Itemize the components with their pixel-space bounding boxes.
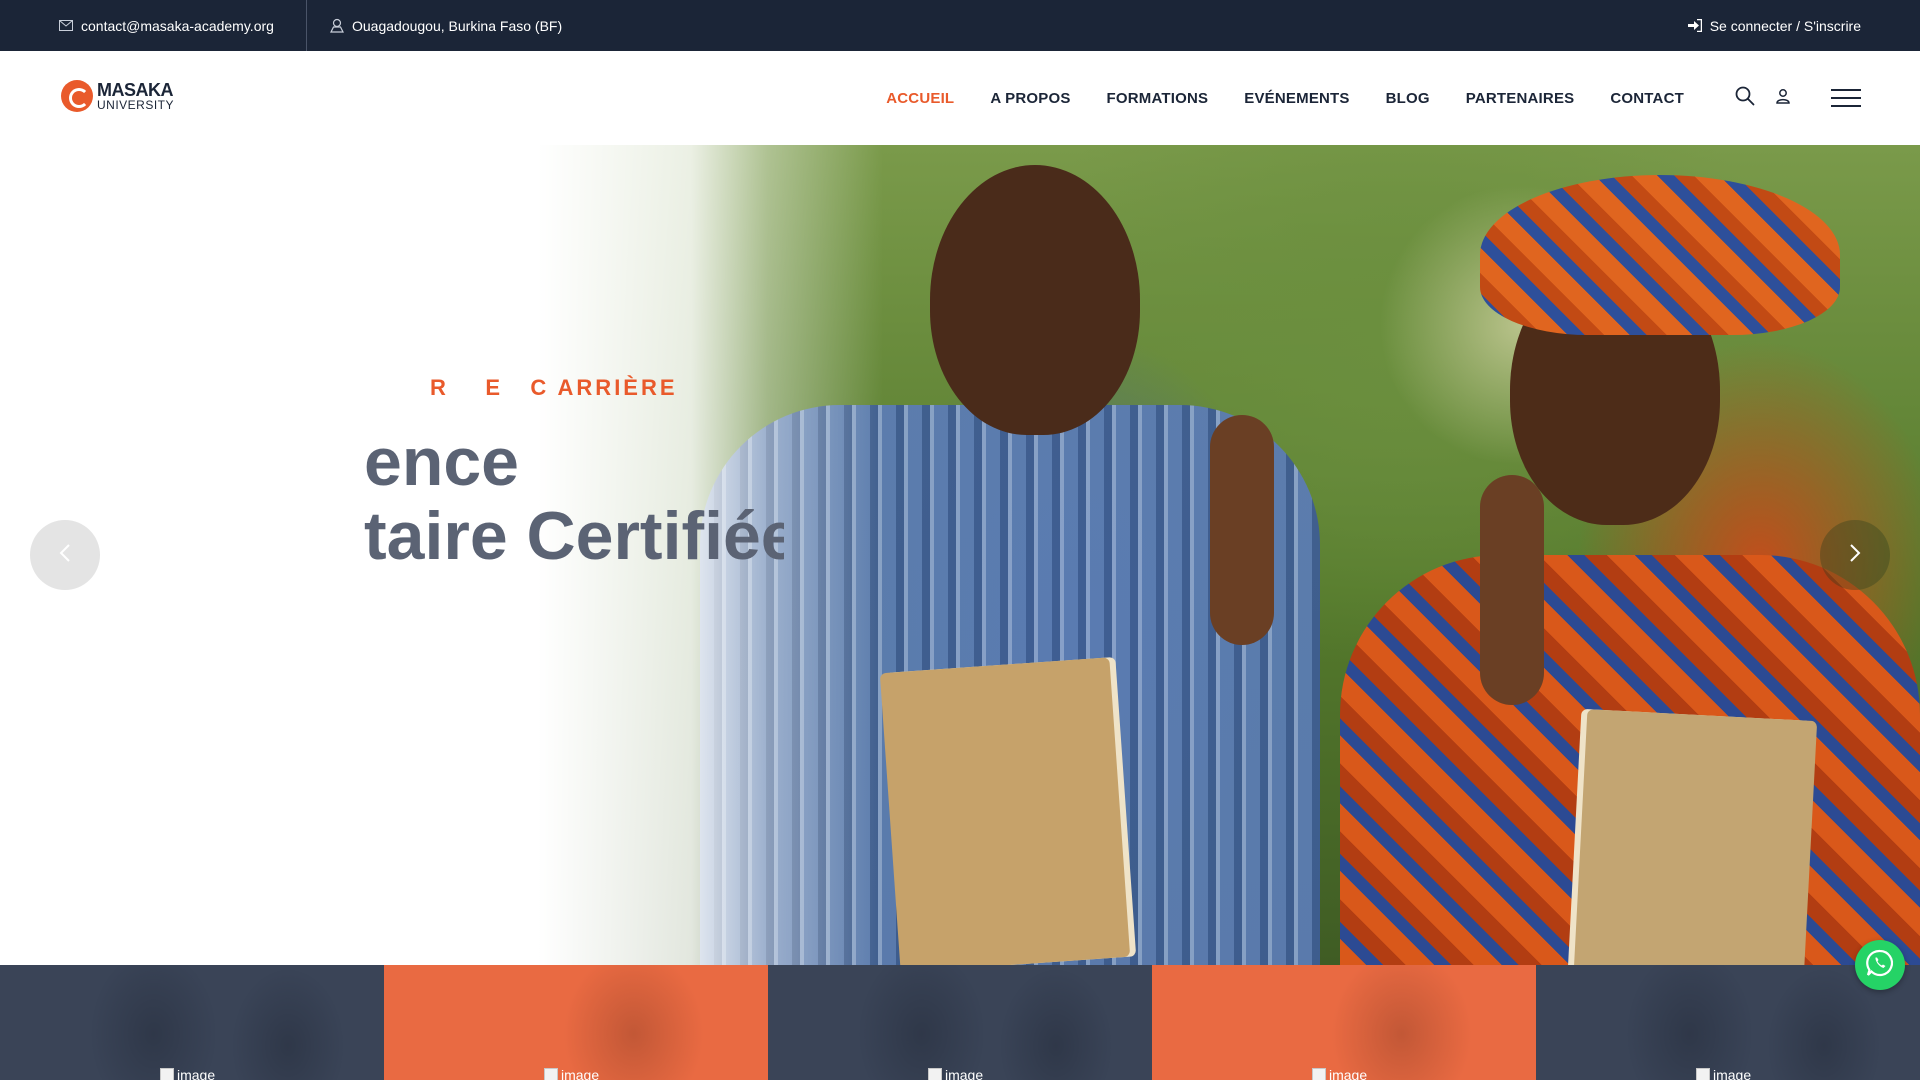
site-logo[interactable]: MASAKA UNIVERSITY [61, 80, 174, 112]
image-alt-text: image [1329, 1067, 1368, 1080]
image-alt-text: image [1713, 1067, 1752, 1080]
feature-tile-4[interactable]: image [1152, 965, 1536, 1080]
logo-text: MASAKA UNIVERSITY [97, 81, 174, 111]
nav-item-contact[interactable]: CONTACT [1610, 90, 1684, 107]
contact-email[interactable]: contact@masaka-academy.org [59, 0, 274, 51]
search-icon[interactable] [1735, 86, 1755, 111]
header-actions [1735, 51, 1861, 145]
image-alt-text: image [561, 1067, 600, 1080]
logo-line2: UNIVERSITY [97, 98, 175, 112]
hero-title-line1: ence [364, 425, 519, 500]
location-text: Ouagadougou, Burkina Faso (BF) [352, 17, 563, 34]
broken-image: image [928, 1067, 983, 1080]
hero-subtitle: R E C ARRIÈRE [430, 375, 678, 400]
feature-tile-3[interactable]: image [768, 965, 1152, 1080]
nav-item-a-propos[interactable]: A PROPOS [990, 90, 1070, 107]
user-icon[interactable] [1775, 88, 1791, 109]
hero-title-line2: taire Certifiée [364, 498, 784, 573]
sign-in-icon [1687, 19, 1702, 32]
location-info: Ouagadougou, Burkina Faso (BF) [330, 0, 562, 51]
main-nav: ACCUEIL A PROPOS FORMATIONS EVÉNEMENTS B… [886, 51, 1684, 145]
login-link[interactable]: Se connecter / S'inscrire [1687, 0, 1861, 51]
broken-image: image [1696, 1067, 1751, 1080]
topbar-divider [306, 0, 307, 51]
login-text: Se connecter / S'inscrire [1709, 17, 1861, 34]
menu-icon[interactable] [1831, 89, 1861, 107]
image-alt-text: image [945, 1067, 984, 1080]
feature-tile-1[interactable]: image [0, 965, 384, 1080]
nav-item-evenements[interactable]: EVÉNEMENTS [1244, 90, 1349, 107]
broken-image: image [544, 1067, 599, 1080]
logo-mark-icon [61, 80, 93, 112]
image-alt-text: image [177, 1067, 216, 1080]
whatsapp-icon [1865, 948, 1895, 983]
map-pin-icon [330, 18, 344, 33]
broken-image: image [160, 1067, 215, 1080]
nav-item-accueil[interactable]: ACCUEIL [886, 90, 954, 107]
hero-slider: R E C ARRIÈRE ence taire Certifiée [0, 145, 1920, 965]
whatsapp-button[interactable] [1855, 940, 1905, 990]
chevron-left-icon [59, 543, 71, 568]
envelope-icon [59, 20, 73, 31]
slider-next-button[interactable] [1820, 520, 1890, 590]
slider-prev-button[interactable] [30, 520, 100, 590]
top-bar: contact@masaka-academy.org Ouagadougou, … [0, 0, 1920, 51]
nav-item-blog[interactable]: BLOG [1386, 90, 1430, 107]
main-header: MASAKA UNIVERSITY ACCUEIL A PROPOS FORMA… [0, 51, 1920, 145]
logo-line1: MASAKA [97, 80, 174, 100]
feature-tiles: image image image image image [0, 965, 1920, 1080]
contact-email-text: contact@masaka-academy.org [81, 17, 274, 34]
chevron-right-icon [1849, 543, 1861, 568]
nav-item-formations[interactable]: FORMATIONS [1107, 90, 1209, 107]
broken-image: image [1312, 1067, 1367, 1080]
feature-tile-2[interactable]: image [384, 965, 768, 1080]
hero-title: ence taire Certifiée [364, 425, 784, 573]
nav-item-partenaires[interactable]: PARTENAIRES [1466, 90, 1575, 107]
hero-fade-overlay [0, 145, 1920, 965]
